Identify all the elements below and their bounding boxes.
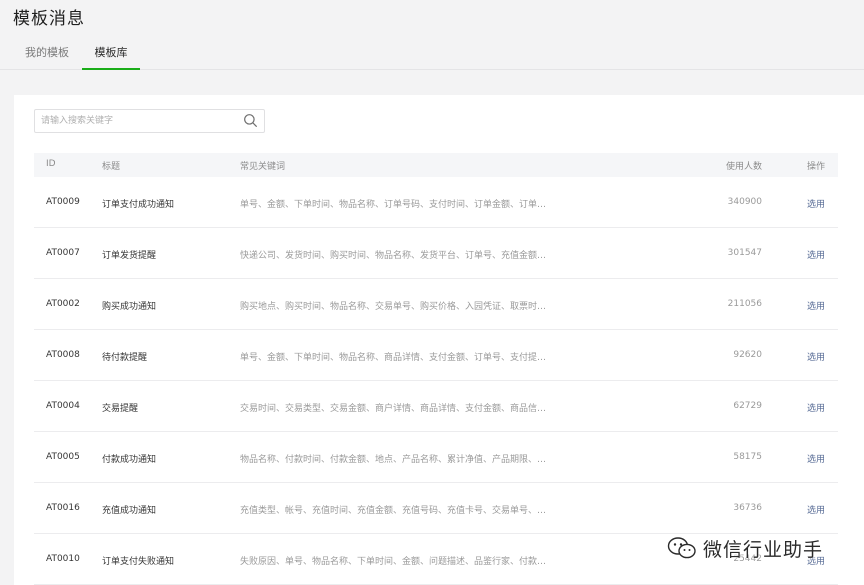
cell-title: 订单支付成功通知 (102, 200, 175, 210)
select-link[interactable]: 选用 (807, 299, 825, 312)
search-icon[interactable] (243, 113, 258, 128)
header-keywords: 常见关键词 (240, 162, 286, 172)
select-link[interactable]: 选用 (807, 248, 825, 261)
wechat-logo-icon (667, 537, 696, 559)
table-row: AT0007 订单发货提醒 快递公司、发货时间、购买时间、物品名称、发货平台、订… (34, 228, 838, 279)
select-link[interactable]: 选用 (807, 452, 825, 465)
cell-keywords: 交易时间、交易类型、交易金额、商户详情、商品详情、支付金额、商品信… (240, 404, 547, 414)
table-row: AT0005 付款成功通知 物品名称、付款时间、付款金额、地点、产品名称、累计净… (34, 432, 838, 483)
page-title: 模板消息 (13, 9, 85, 29)
cell-title: 充值成功通知 (102, 506, 157, 516)
tab-my-templates[interactable]: 我的模板 (22, 44, 72, 68)
cell-keywords: 充值类型、帐号、充值时间、充值金额、充值号码、充值卡号、交易单号、… (240, 506, 547, 516)
select-link[interactable]: 选用 (807, 401, 825, 414)
tab-template-library[interactable]: 模板库 (82, 44, 140, 70)
cell-title: 付款成功通知 (102, 455, 157, 465)
select-link[interactable]: 选用 (807, 503, 825, 516)
table-row: AT0008 待付款提醒 单号、金额、下单时间、物品名称、商品详情、支付金额、订… (34, 330, 838, 381)
cell-keywords: 单号、金额、下单时间、物品名称、订单号码、支付时间、订单金额、订单… (240, 200, 547, 210)
table-row: AT0016 充值成功通知 充值类型、帐号、充值时间、充值金额、充值号码、充值卡… (34, 483, 838, 534)
cell-users: 301547 (727, 248, 762, 258)
cell-id: AT0016 (46, 503, 80, 513)
tab-bar: 我的模板 模板库 (0, 38, 864, 70)
cell-id: AT0009 (46, 197, 80, 207)
cell-keywords: 失败原因、单号、物品名称、下单时间、金额、问题描述、品鉴行家、付款… (240, 557, 547, 567)
header-id: ID (46, 159, 56, 169)
header-title: 标题 (102, 162, 121, 172)
select-link[interactable]: 选用 (807, 197, 825, 210)
search-box (34, 109, 265, 133)
cell-title: 订单支付失败通知 (102, 557, 175, 567)
header-users: 使用人数 (725, 162, 762, 172)
table-header: ID 标题 常见关键词 使用人数 操作 (34, 153, 838, 177)
cell-users: 62729 (733, 401, 762, 411)
cell-keywords: 物品名称、付款时间、付款金额、地点、产品名称、累计净值、产品期限、… (240, 455, 547, 465)
cell-title: 交易提醒 (102, 404, 139, 414)
watermark-text: 微信行业助手 (703, 538, 824, 561)
cell-keywords: 单号、金额、下单时间、物品名称、商品详情、支付金额、订单号、支付提… (240, 353, 547, 363)
table-row: AT0004 交易提醒 交易时间、交易类型、交易金额、商户详情、商品详情、支付金… (34, 381, 838, 432)
cell-id: AT0007 (46, 248, 80, 258)
cell-users: 92620 (733, 350, 762, 360)
cell-users: 340900 (727, 197, 762, 207)
cell-users: 36736 (733, 503, 762, 513)
cell-id: AT0005 (46, 452, 80, 462)
cell-users: 211056 (727, 299, 762, 309)
header-operation: 操作 (807, 162, 826, 172)
cell-users: 58175 (733, 452, 762, 462)
cell-keywords: 购买地点、购买时间、物品名称、交易单号、购买价格、入园凭证、取票时… (240, 302, 547, 312)
cell-id: AT0008 (46, 350, 80, 360)
select-link[interactable]: 选用 (807, 350, 825, 363)
cell-keywords: 快递公司、发货时间、购买时间、物品名称、发货平台、订单号、充值金额… (240, 251, 547, 261)
cell-id: AT0010 (46, 554, 80, 564)
watermark: 微信行业助手 (667, 531, 857, 565)
table-row: AT0009 订单支付成功通知 单号、金额、下单时间、物品名称、订单号码、支付时… (34, 177, 838, 228)
cell-title: 待付款提醒 (102, 353, 148, 363)
cell-id: AT0002 (46, 299, 80, 309)
cell-title: 订单发货提醒 (102, 251, 157, 261)
search-input[interactable] (41, 113, 237, 129)
table-body: AT0009 订单支付成功通知 单号、金额、下单时间、物品名称、订单号码、支付时… (34, 177, 838, 585)
table-row: AT0002 购买成功通知 购买地点、购买时间、物品名称、交易单号、购买价格、入… (34, 279, 838, 330)
cell-id: AT0004 (46, 401, 80, 411)
cell-title: 购买成功通知 (102, 302, 157, 312)
template-library-panel: ID 标题 常见关键词 使用人数 操作 AT0009 订单支付成功通知 单号、金… (14, 95, 864, 585)
